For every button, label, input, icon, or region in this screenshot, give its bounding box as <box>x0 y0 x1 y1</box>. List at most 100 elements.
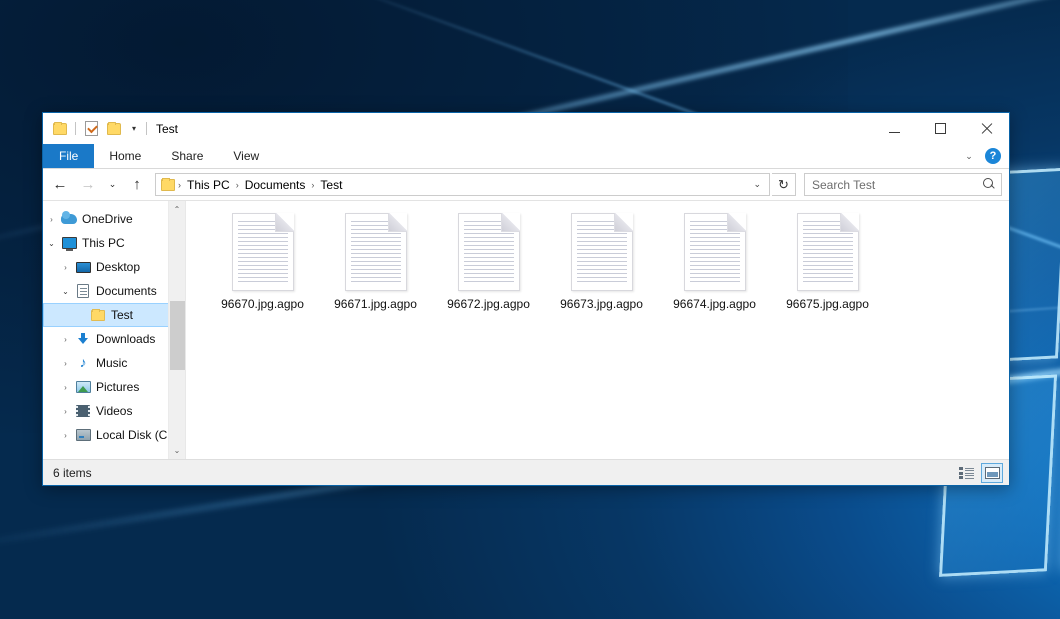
file-item[interactable]: 96672.jpg.agpo <box>432 209 545 311</box>
chevron-right-icon[interactable]: › <box>57 407 74 416</box>
desktop-icon <box>74 259 92 275</box>
properties-checkbox-icon[interactable] <box>81 118 101 140</box>
maximize-icon <box>935 123 946 134</box>
generic-file-icon <box>224 211 302 293</box>
chevron-down-icon[interactable]: ⌄ <box>43 239 60 248</box>
refresh-button[interactable]: ↻ <box>772 173 796 196</box>
sidebar-item-label: Downloads <box>96 332 155 346</box>
folder-icon <box>161 179 175 191</box>
sidebar-scrollbar[interactable]: ⌃ ⌄ <box>168 201 185 459</box>
sidebar-item-videos[interactable]: › Videos <box>43 399 185 423</box>
file-item[interactable]: 96671.jpg.agpo <box>319 209 432 311</box>
scroll-up-arrow[interactable]: ⌃ <box>169 201 186 218</box>
maximize-button[interactable] <box>917 113 963 144</box>
quick-access-toolbar: ▾ <box>43 113 149 144</box>
details-view-button[interactable] <box>955 463 977 483</box>
sidebar-item-documents[interactable]: ⌄Documents <box>43 279 185 303</box>
sidebar-item-downloads[interactable]: › Downloads <box>43 327 185 351</box>
help-icon[interactable]: ? <box>985 148 1001 164</box>
breadcrumb-documents[interactable]: Documents <box>240 176 311 194</box>
title-bar: ▾ Test <box>43 113 1009 144</box>
scrollbar-track[interactable] <box>169 218 186 442</box>
file-name-label: 96673.jpg.agpo <box>560 297 643 311</box>
chevron-down-icon[interactable]: ▾ <box>127 125 141 133</box>
generic-file-icon <box>789 211 867 293</box>
file-name-label: 96671.jpg.agpo <box>334 297 417 311</box>
chevron-down-icon[interactable]: ⌄ <box>57 287 74 296</box>
close-button[interactable] <box>963 113 1009 144</box>
address-bar: ← → ⌄ ↑ › This PC › Documents › Test ⌄ ↻… <box>43 169 1009 200</box>
tab-file[interactable]: File <box>43 144 94 168</box>
tab-home[interactable]: Home <box>94 144 156 168</box>
window-controls <box>871 113 1009 144</box>
chevron-down-icon[interactable]: ⌄ <box>961 151 977 162</box>
generic-file-icon <box>563 211 641 293</box>
chevron-right-icon[interactable]: › <box>43 215 60 224</box>
sidebar-item-label: OneDrive <box>82 212 133 226</box>
file-name-label: 96672.jpg.agpo <box>447 297 530 311</box>
status-bar: 6 items <box>43 459 1009 485</box>
file-item[interactable]: 96673.jpg.agpo <box>545 209 658 311</box>
chevron-right-icon[interactable]: › <box>57 335 74 344</box>
scroll-down-arrow[interactable]: ⌄ <box>169 442 186 459</box>
chevron-right-icon[interactable]: › <box>57 431 74 440</box>
tab-view[interactable]: View <box>218 144 274 168</box>
file-item[interactable]: 96670.jpg.agpo <box>206 209 319 311</box>
file-list-pane[interactable]: 96670.jpg.agpo 96671.jpg.agpo 96672.jpg.ag… <box>185 201 1009 459</box>
computer-icon <box>60 235 78 251</box>
scrollbar-thumb[interactable] <box>170 301 185 370</box>
toolbar-divider <box>75 122 76 135</box>
sidebar-item-pictures[interactable]: › Pictures <box>43 375 185 399</box>
sidebar-item-onedrive[interactable]: › OneDrive <box>43 207 185 231</box>
generic-file-icon <box>450 211 528 293</box>
file-grid: 96670.jpg.agpo 96671.jpg.agpo 96672.jpg.ag… <box>186 201 1009 311</box>
file-item[interactable]: 96674.jpg.agpo <box>658 209 771 311</box>
recent-locations-button[interactable]: ⌄ <box>103 173 122 197</box>
chevron-down-icon[interactable]: ⌄ <box>747 179 767 190</box>
sidebar-item-label: Music <box>96 356 127 370</box>
chevron-right-icon[interactable]: › <box>57 383 74 392</box>
breadcrumb-this-pc[interactable]: This PC <box>182 176 235 194</box>
folder-icon <box>89 307 107 323</box>
breadcrumb-test[interactable]: Test <box>315 176 347 194</box>
music-icon: ♪ <box>74 355 92 371</box>
breadcrumb[interactable]: › This PC › Documents › Test ⌄ <box>155 173 770 196</box>
minimize-button[interactable] <box>871 113 917 144</box>
sidebar-item-local-disk-c[interactable]: ›Local Disk (C:) <box>43 423 185 447</box>
large-icons-view-button[interactable] <box>981 463 1003 483</box>
search-placeholder: Search Test <box>812 178 983 192</box>
disk-icon <box>74 427 92 443</box>
chevron-right-icon[interactable]: › <box>57 263 74 272</box>
back-button[interactable]: ← <box>47 173 73 197</box>
file-name-label: 96670.jpg.agpo <box>221 297 304 311</box>
file-explorer-window: ▾ Test File Home Share View ⌄ ? ← → <box>42 112 1010 486</box>
window-body: › OneDrive ⌄This PC › Desktop ⌄Documents Test ›… <box>43 200 1009 459</box>
sidebar-item-music[interactable]: ›♪ Music <box>43 351 185 375</box>
details-view-icon <box>959 467 974 479</box>
up-button[interactable]: ↑ <box>124 173 150 197</box>
navigation-pane: › OneDrive ⌄This PC › Desktop ⌄Documents Test ›… <box>43 201 185 459</box>
file-item[interactable]: 96675.jpg.agpo <box>771 209 884 311</box>
folder-tree: › OneDrive ⌄This PC › Desktop ⌄Documents Test ›… <box>43 201 185 447</box>
sidebar-item-label: Videos <box>96 404 132 418</box>
sidebar-item-label: Desktop <box>96 260 140 274</box>
ribbon-right-controls: ⌄ ? <box>961 144 1009 168</box>
forward-button: → <box>75 173 101 197</box>
search-icon <box>983 178 996 191</box>
sidebar-item-label: Pictures <box>96 380 139 394</box>
file-name-label: 96674.jpg.agpo <box>673 297 756 311</box>
folder-icon[interactable] <box>50 118 70 140</box>
new-folder-icon[interactable] <box>104 118 124 140</box>
sidebar-item-label: Test <box>111 308 133 322</box>
ribbon-tab-bar: File Home Share View ⌄ ? <box>43 144 1009 169</box>
sidebar-item-test[interactable]: Test <box>43 303 185 327</box>
pictures-icon <box>74 379 92 395</box>
sidebar-item-this-pc[interactable]: ⌄This PC <box>43 231 185 255</box>
sidebar-item-desktop[interactable]: › Desktop <box>43 255 185 279</box>
videos-icon <box>74 403 92 419</box>
chevron-right-icon[interactable]: › <box>57 359 74 368</box>
tab-share[interactable]: Share <box>156 144 218 168</box>
search-input[interactable]: Search Test <box>804 173 1002 196</box>
minimize-icon <box>889 132 900 133</box>
document-icon <box>74 283 92 299</box>
